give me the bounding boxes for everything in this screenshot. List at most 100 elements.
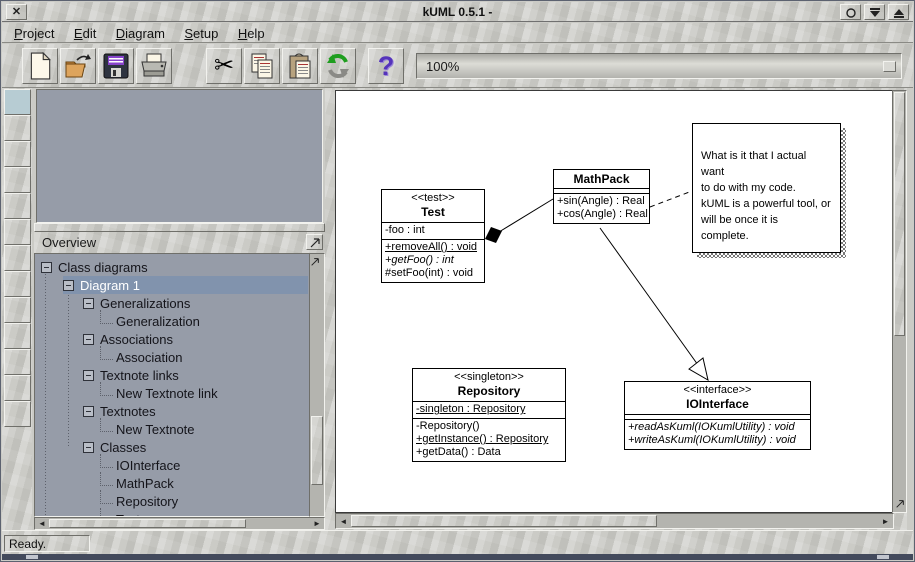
palette-tool-8[interactable] <box>4 271 31 297</box>
print-button[interactable] <box>136 48 172 84</box>
tree-item-association[interactable]: Association <box>37 348 308 366</box>
open-folder-icon <box>64 52 92 80</box>
tree-vertical-scrollbar[interactable] <box>309 253 325 517</box>
tree-item-diagram-1[interactable]: Diagram 1 <box>37 276 308 294</box>
palette-tool-11[interactable] <box>4 349 31 375</box>
collapse-icon[interactable] <box>83 406 94 417</box>
sticky-button[interactable] <box>840 4 861 20</box>
panner-button[interactable] <box>306 234 323 250</box>
generalization-triangle-icon <box>689 358 708 380</box>
save-button[interactable] <box>98 48 134 84</box>
window-title: kUML 0.5.1 - <box>2 5 913 19</box>
operations-compartment: +readAsKuml(IOKumlUtility) : void +write… <box>625 419 810 449</box>
cut-button[interactable]: ✂ <box>206 48 242 84</box>
class-box-iointerface[interactable]: <<interface>> IOInterface +readAsKuml(IO… <box>624 381 811 450</box>
tree-item-textnotes[interactable]: Textnotes <box>37 402 308 420</box>
menu-diagram[interactable]: Diagram <box>113 25 168 42</box>
menu-edit[interactable]: Edit <box>71 25 99 42</box>
palette-select-tool[interactable] <box>4 89 31 115</box>
text-note[interactable]: What is it that I actual want to do with… <box>692 123 841 253</box>
window-resize-border[interactable] <box>2 554 913 560</box>
main-splitter[interactable] <box>325 88 335 530</box>
class-box-repository[interactable]: <<singleton>> Repository -singleton : Re… <box>412 368 566 462</box>
canvas-vertical-scrollbar[interactable] <box>892 90 907 513</box>
paste-button[interactable] <box>282 48 318 84</box>
note-shadow <box>841 128 846 258</box>
tree-item-new-textnote[interactable]: New Textnote <box>37 420 308 438</box>
menu-project[interactable]: Project <box>11 25 57 42</box>
palette-tool-7[interactable] <box>4 245 31 271</box>
panel-splitter[interactable] <box>34 223 325 232</box>
composition-line <box>499 199 553 232</box>
stereotype-label: <<interface>> <box>627 384 808 396</box>
help-button[interactable]: ? <box>368 48 404 84</box>
class-box-mathpack[interactable]: MathPack +sin(Angle) : Real +cos(Angle) … <box>553 169 650 224</box>
composition-diamond-icon <box>485 227 502 243</box>
collapse-icon[interactable] <box>83 442 94 453</box>
textnote-link-line <box>650 191 692 207</box>
menu-setup[interactable]: Setup <box>181 25 221 42</box>
palette-tool-4[interactable] <box>4 167 31 193</box>
zoom-dropdown-button[interactable] <box>883 61 896 72</box>
class-box-test[interactable]: <<test>> Test -foo : int +removeAll() : … <box>381 189 485 283</box>
scroll-right-icon: ► <box>311 519 323 528</box>
tree-item-classes[interactable]: Classes <box>37 438 308 456</box>
operations-compartment: +sin(Angle) : Real +cos(Angle) : Real <box>554 193 649 223</box>
title-bar[interactable]: ✕ kUML 0.5.1 - <box>2 2 913 22</box>
tool-palette <box>2 88 32 530</box>
note-text: What is it that I actual want to do with… <box>701 150 831 242</box>
copy-button[interactable] <box>244 48 280 84</box>
class-name: Test <box>384 205 482 219</box>
overview-header-label: Overview <box>42 235 96 250</box>
tree-horizontal-scrollbar[interactable]: ◄ ► <box>34 517 325 530</box>
resize-grip[interactable] <box>877 555 889 559</box>
menu-help[interactable]: Help <box>235 25 268 42</box>
diagram-canvas[interactable]: <<test>> Test -foo : int +removeAll() : … <box>335 90 894 513</box>
tree-item-generalization[interactable]: Generalization <box>37 312 308 330</box>
stereotype-label: <<singleton>> <box>415 371 563 383</box>
class-name: Repository <box>415 384 563 398</box>
left-panel: Overview Class diagrams Diagram 1 Genera… <box>32 88 325 530</box>
palette-tool-13[interactable] <box>4 401 31 427</box>
palette-tool-6[interactable] <box>4 219 31 245</box>
new-document-button[interactable] <box>22 48 58 84</box>
collapse-icon[interactable] <box>83 298 94 309</box>
tree-item-class-diagrams[interactable]: Class diagrams <box>37 258 308 276</box>
tree-item-associations[interactable]: Associations <box>37 330 308 348</box>
palette-tool-2[interactable] <box>4 115 31 141</box>
status-bar: Ready. <box>2 530 913 554</box>
collapse-icon[interactable] <box>83 370 94 381</box>
zoom-combo[interactable]: 100% <box>416 53 902 79</box>
printer-icon <box>140 52 168 80</box>
collapse-icon[interactable] <box>83 334 94 345</box>
resize-grip[interactable] <box>26 555 38 559</box>
tree-item-iointerface[interactable]: IOInterface <box>37 456 308 474</box>
overview-header: Overview <box>34 232 325 253</box>
maximize-button[interactable] <box>888 4 909 20</box>
circle-icon <box>846 8 856 18</box>
refresh-button[interactable] <box>320 48 356 84</box>
tree-item-test[interactable]: Test <box>37 510 308 517</box>
zoom-value: 100% <box>426 59 459 74</box>
overview-thumbnail[interactable] <box>36 89 323 223</box>
attributes-compartment: -foo : int <box>382 222 484 239</box>
class-name: MathPack <box>556 172 647 186</box>
tree-item-mathpack[interactable]: MathPack <box>37 474 308 492</box>
palette-tool-10[interactable] <box>4 323 31 349</box>
palette-tool-12[interactable] <box>4 375 31 401</box>
collapse-icon[interactable] <box>63 280 74 291</box>
palette-tool-9[interactable] <box>4 297 31 323</box>
tree-item-new-textnote-link[interactable]: New Textnote link <box>37 384 308 402</box>
palette-tool-5[interactable] <box>4 193 31 219</box>
tree-item-generalizations[interactable]: Generalizations <box>37 294 308 312</box>
tree-item-textnote-links[interactable]: Textnote links <box>37 366 308 384</box>
stereotype-label: <<test>> <box>384 192 482 204</box>
minimize-button[interactable] <box>864 4 885 20</box>
diagram-tree[interactable]: Class diagrams Diagram 1 Generalizations… <box>34 253 325 517</box>
palette-tool-3[interactable] <box>4 141 31 167</box>
copy-icon <box>248 52 276 80</box>
tree-item-repository[interactable]: Repository <box>37 492 308 510</box>
collapse-icon[interactable] <box>41 262 52 273</box>
canvas-horizontal-scrollbar[interactable]: ◄ ► <box>335 513 894 529</box>
open-button[interactable] <box>60 48 96 84</box>
